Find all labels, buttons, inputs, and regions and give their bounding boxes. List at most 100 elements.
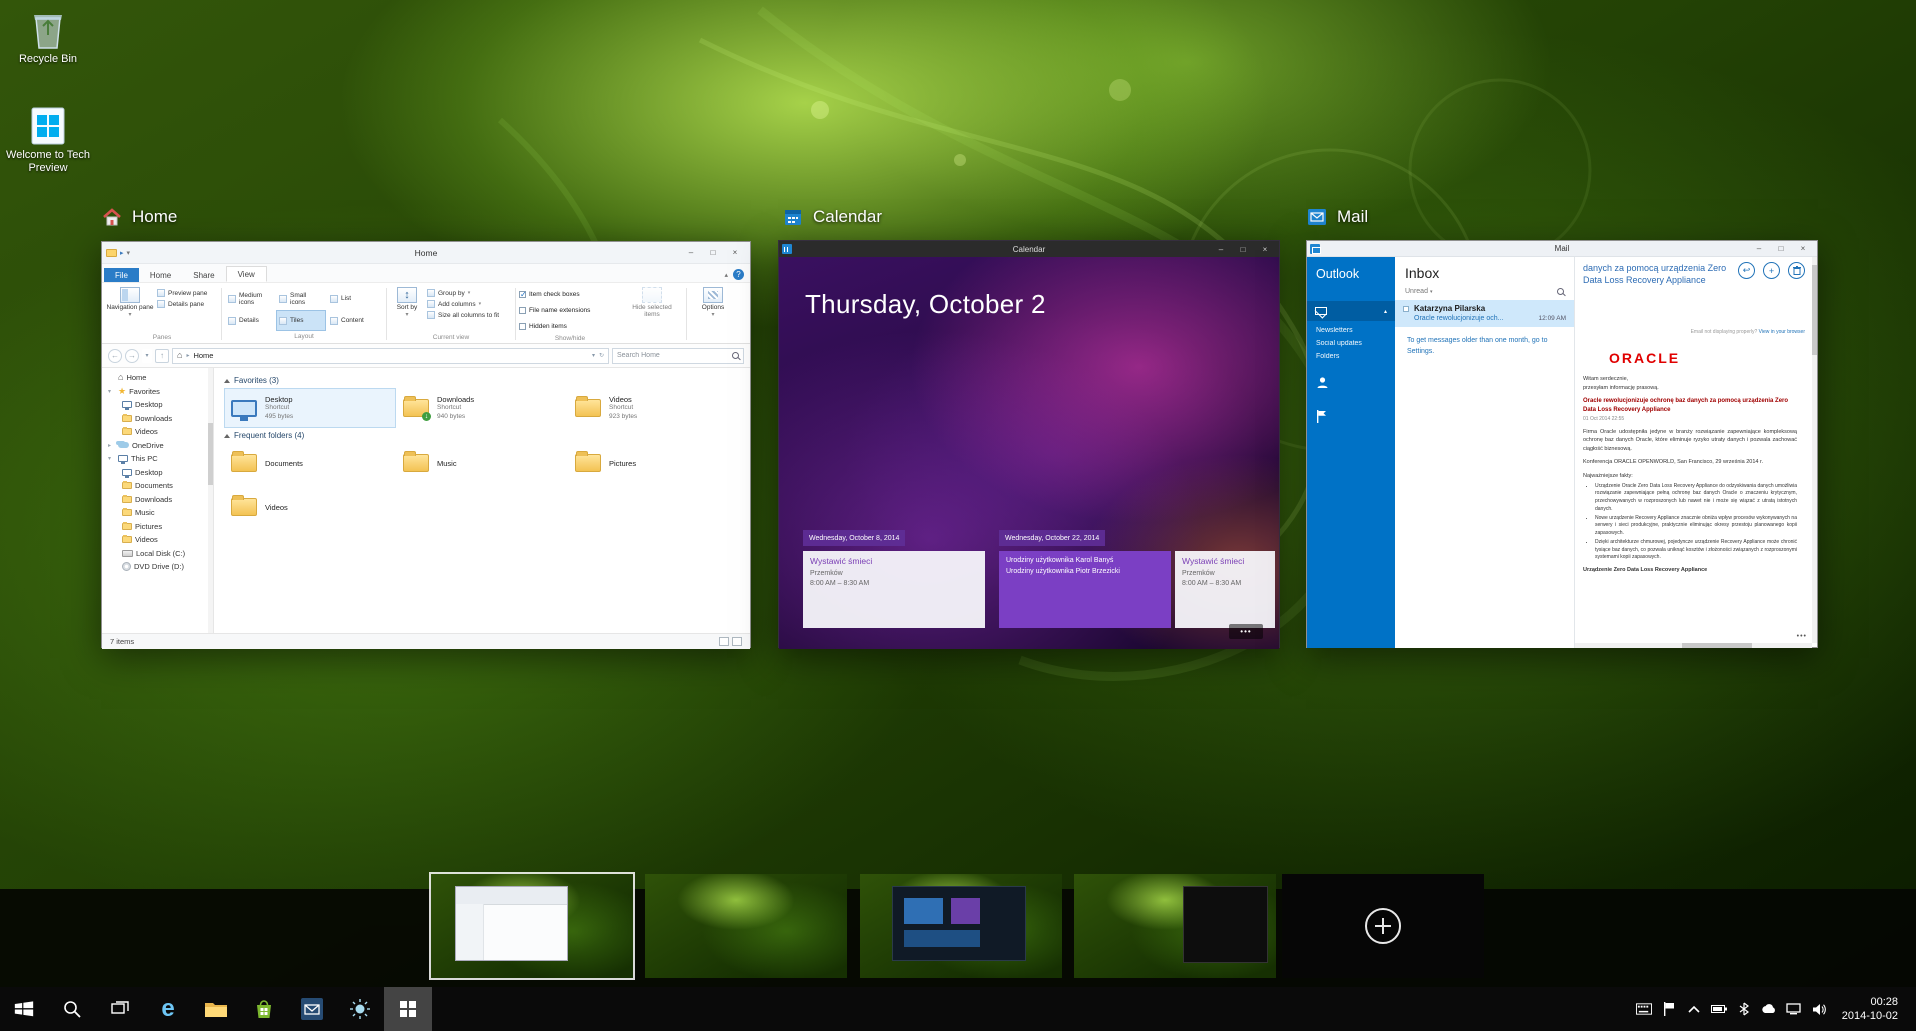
tree-item-local-disk[interactable]: Local Disk (C:) <box>102 547 213 561</box>
tree-item-pc-music[interactable]: Music <box>102 506 213 520</box>
people-icon[interactable] <box>1316 376 1395 394</box>
weather-button[interactable] <box>336 987 384 1031</box>
internet-explorer-button[interactable]: e <box>144 987 192 1031</box>
search-icon[interactable] <box>732 352 739 359</box>
expander-icon[interactable]: ▾ <box>108 455 115 462</box>
mail-folder-selected[interactable]: ▴ <box>1307 301 1395 321</box>
desktop-thumbnail-3[interactable] <box>860 874 1062 978</box>
respond-button[interactable]: ↩ <box>1738 262 1755 279</box>
refresh-icon[interactable]: ↻ <box>599 352 604 359</box>
view-in-browser-link[interactable]: View in your browser <box>1759 329 1805 335</box>
preview-pane-button[interactable]: Preview pane <box>157 289 207 297</box>
calendar-event-card[interactable]: Wystawić śmieci Przemków 8:00 AM – 8:30 … <box>1175 551 1275 628</box>
folder-tile-pictures[interactable]: Pictures <box>568 443 740 483</box>
new-mail-button[interactable]: + <box>1763 262 1780 279</box>
file-tile-downloads[interactable]: ↓ Downloads Shortcut 940 bytes <box>396 388 568 428</box>
sidebar-item-social-updates[interactable]: Social updates <box>1307 334 1395 347</box>
tree-item-pc-documents[interactable]: Documents <box>102 479 213 493</box>
calendar-more-button[interactable]: ••• <box>1229 624 1263 639</box>
tiles-view-button[interactable]: Tiles <box>276 310 326 331</box>
sort-by-button[interactable]: Sort by ▾ <box>390 285 424 319</box>
folder-tile-videos[interactable]: Videos <box>224 487 396 527</box>
hide-selected-items-button[interactable]: Hide selected items <box>624 285 680 319</box>
mail-appbar-dots[interactable]: ••• <box>1797 633 1807 640</box>
file-name-extensions-checkbox[interactable]: File name extensions <box>519 304 621 317</box>
collapse-chevron-icon[interactable]: ▴ <box>1384 308 1387 315</box>
calendar-window-preview[interactable]: Calendar – □ × Thursday, October 2 Wedne… <box>778 240 1280 648</box>
list-view-button[interactable]: List <box>327 288 377 309</box>
volume-icon[interactable] <box>1811 1001 1827 1017</box>
address-dropdown-icon[interactable]: ▾ <box>592 352 595 359</box>
desktop-icon-recycle-bin[interactable]: Recycle Bin <box>0 8 96 66</box>
details-view-button[interactable]: Details <box>225 310 275 331</box>
expander-icon[interactable]: ▾ <box>108 388 115 395</box>
add-desktop-button[interactable] <box>1282 874 1484 978</box>
explorer-search-input[interactable] <box>617 352 729 359</box>
tree-item-pc-pictures[interactable]: Pictures <box>102 520 213 534</box>
tree-item-home[interactable]: ⌂ Home <box>102 371 213 385</box>
tab-file[interactable]: File <box>104 268 139 282</box>
folder-tile-documents[interactable]: Documents <box>224 443 396 483</box>
mail-window-preview[interactable]: Mail – □ × Outlook ▴ Newsletters Social … <box>1306 240 1818 648</box>
filter-dropdown-icon[interactable]: ▾ <box>1430 289 1433 295</box>
search-button[interactable] <box>48 987 96 1031</box>
tree-item-this-pc[interactable]: ▾ This PC <box>102 452 213 466</box>
tree-item-pc-downloads[interactable]: Downloads <box>102 493 213 507</box>
tree-item-downloads[interactable]: Downloads <box>102 412 213 426</box>
tree-item-pc-videos[interactable]: Videos <box>102 533 213 547</box>
desktop-icon-welcome[interactable]: Welcome to Tech Preview <box>0 106 96 175</box>
older-messages-link[interactable]: To get messages older than one month, go… <box>1395 327 1574 366</box>
item-check-boxes-checkbox[interactable]: Item check boxes <box>519 288 621 301</box>
recent-locations-icon[interactable]: ▾ <box>142 349 152 363</box>
desktop-thumbnail-4[interactable] <box>1074 874 1276 978</box>
network-icon[interactable] <box>1786 1001 1802 1017</box>
medium-icons-button[interactable]: Medium icons <box>225 288 275 309</box>
tree-item-dvd-drive[interactable]: DVD Drive (D:) <box>102 560 213 574</box>
folder-tile-music[interactable]: Music <box>396 443 568 483</box>
calendar-event-card-birthdays[interactable]: Urodziny użytkownika Karol Banyś Urodzin… <box>999 551 1171 628</box>
tab-share[interactable]: Share <box>182 268 225 282</box>
help-button[interactable]: ? <box>733 269 744 280</box>
explorer-search-box[interactable] <box>612 348 744 364</box>
reading-pane-hscrollbar[interactable] <box>1575 643 1812 648</box>
file-tile-videos[interactable]: Videos Shortcut 923 bytes <box>568 388 740 428</box>
message-list-item-selected[interactable]: Katarzyna Pilarska Oracle rewolucjonizuj… <box>1395 300 1574 327</box>
add-columns-button[interactable]: Add columns ▾ <box>427 300 499 308</box>
tree-item-videos[interactable]: Videos <box>102 425 213 439</box>
content-view-button[interactable]: Content <box>327 310 377 331</box>
store-button[interactable] <box>240 987 288 1031</box>
touch-keyboard-icon[interactable] <box>1636 1001 1652 1017</box>
forward-button[interactable]: → <box>125 349 139 363</box>
group-by-button[interactable]: Group by ▾ <box>427 289 499 297</box>
tree-item-pc-desktop[interactable]: Desktop <box>102 466 213 480</box>
group-header-frequent-folders[interactable]: Frequent folders (4) <box>224 431 740 440</box>
sidebar-item-newsletters[interactable]: Newsletters <box>1307 321 1395 334</box>
group-header-favorites[interactable]: Favorites (3) <box>224 376 740 385</box>
up-button[interactable]: ↑ <box>155 349 169 363</box>
calendar-event-card[interactable]: Wystawić śmieci Przemków 8:00 AM – 8:30 … <box>803 551 985 628</box>
explorer-window-preview[interactable]: ▸ ▾ Home – □ × File Home Share View ▴ ? <box>101 241 751 648</box>
onedrive-cloud-icon[interactable] <box>1761 1001 1777 1017</box>
desktop-thumbnail-2[interactable] <box>645 874 847 978</box>
file-tile-desktop[interactable]: Desktop Shortcut 495 bytes <box>224 388 396 428</box>
hidden-items-checkbox[interactable]: Hidden items <box>519 320 621 333</box>
expander-icon[interactable]: ▸ <box>108 442 115 449</box>
start-button[interactable] <box>0 987 48 1031</box>
file-explorer-button[interactable] <box>192 987 240 1031</box>
task-view-active-button[interactable] <box>384 987 432 1031</box>
quick-access-customize-icon[interactable]: ▾ <box>127 249 131 257</box>
tab-home[interactable]: Home <box>139 268 182 282</box>
tree-item-favorites[interactable]: ▾ ★ Favorites <box>102 385 213 399</box>
mail-button[interactable] <box>288 987 336 1031</box>
message-checkbox[interactable] <box>1403 306 1409 312</box>
bluetooth-icon[interactable] <box>1736 1001 1752 1017</box>
filter-unread[interactable]: Unread <box>1405 288 1428 295</box>
navigation-scrollbar[interactable] <box>208 368 213 633</box>
action-center-flag-icon[interactable] <box>1661 1001 1677 1017</box>
address-bar[interactable]: ⌂ ▸ Home ▾ ↻ <box>172 348 609 364</box>
flag-icon[interactable] <box>1316 410 1395 428</box>
details-view-toggle-icon[interactable] <box>719 637 729 646</box>
quick-access-toolbar-icon[interactable]: ▸ <box>120 249 124 257</box>
details-pane-button[interactable]: Details pane <box>157 300 207 308</box>
task-view-button[interactable] <box>96 987 144 1031</box>
